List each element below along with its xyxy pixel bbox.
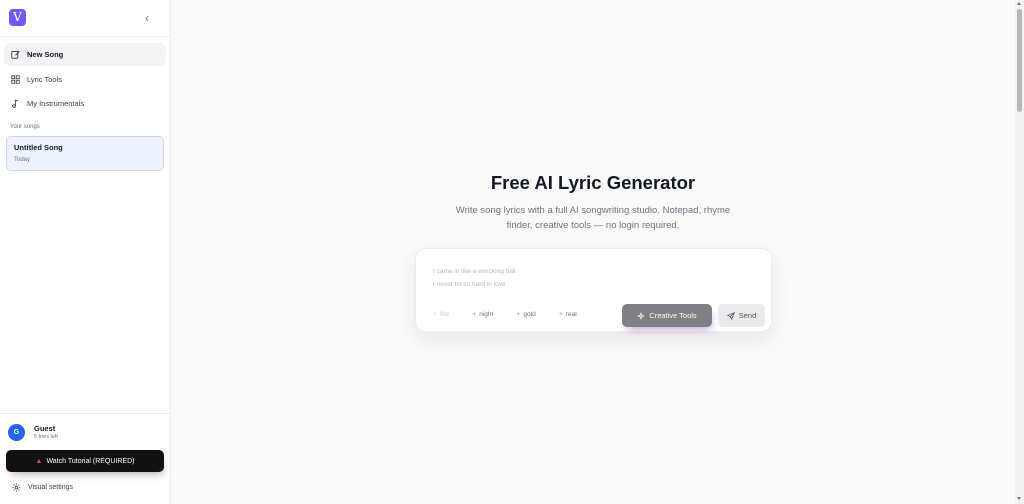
user-name: Guest — [34, 424, 56, 433]
song-title: Untitled Song — [14, 143, 63, 152]
scroll-up-icon[interactable] — [1017, 2, 1021, 5]
watch-tutorial-label: Watch Tutorial (REQUIRED) — [46, 457, 135, 465]
send-button[interactable]: Send — [718, 304, 765, 327]
your-songs-label: Your songs — [10, 124, 40, 130]
edit-icon — [11, 50, 20, 59]
nav-my-instrumentals-label: My Instrumentals — [27, 99, 85, 108]
nav-my-instrumentals[interactable]: My Instrumentals — [4, 92, 166, 115]
nav-new-song-label: New Song — [27, 50, 64, 59]
music-note-icon — [11, 99, 20, 108]
page-title: Free AI Lyric Generator — [490, 172, 696, 193]
nav-new-song[interactable]: New Song — [4, 43, 166, 66]
tries-left: 5 tries left — [34, 434, 58, 440]
lyric-composer: +fire +night +gold +real Creative Tools … — [415, 248, 772, 332]
chip-night[interactable]: + night — [472, 311, 493, 318]
gear-icon — [12, 483, 21, 492]
sparkle-icon — [637, 312, 645, 319]
scrollbar-thumb[interactable] — [1017, 9, 1022, 112]
nav-lyric-tools[interactable]: Lyric Tools — [4, 68, 166, 91]
watch-tutorial-button[interactable]: ▲ Watch Tutorial (REQUIRED) — [6, 450, 164, 472]
chip-fire[interactable]: + fire — [433, 311, 449, 318]
visual-settings-label: Visual settings — [28, 484, 74, 491]
plus-icon: + — [472, 311, 477, 318]
plus-icon: + — [558, 311, 563, 318]
scroll-down-icon[interactable] — [1017, 497, 1021, 500]
send-icon — [726, 311, 735, 320]
visual-settings-button[interactable]: Visual settings — [12, 483, 73, 492]
chip-gold[interactable]: + gold — [516, 311, 535, 318]
send-label: Send — [738, 311, 757, 320]
song-list-item[interactable]: Untitled Song Today — [6, 136, 164, 171]
plus-icon: + — [433, 311, 438, 318]
nav-lyric-tools-label: Lyric Tools — [27, 75, 63, 84]
creative-tools-label: Creative Tools — [649, 311, 697, 320]
creative-tools-button[interactable]: Creative Tools — [622, 304, 712, 327]
main-area: Free AI Lyric Generator Write song lyric… — [171, 0, 1015, 504]
plus-icon: + — [516, 311, 521, 318]
song-date: Today — [14, 157, 31, 163]
word-chips: + fire + night + gold + real — [433, 311, 600, 318]
lyrics-input[interactable] — [433, 265, 753, 291]
chip-real[interactable]: + real — [559, 311, 577, 318]
page-subtitle: Write song lyrics with a full AI songwri… — [455, 205, 731, 231]
sidebar-footer: G Guest 5 tries left ▲ Watch Tutorial (R… — [0, 413, 171, 504]
sidebar-header: V ‹ — [0, 0, 170, 37]
page-scrollbar[interactable] — [1015, 0, 1024, 504]
grid-icon — [11, 75, 20, 84]
app-logo[interactable]: V — [9, 9, 26, 26]
warning-icon: ▲ — [35, 457, 43, 465]
sidebar: V ‹ New Song Lyric Tools My Instrumental… — [0, 0, 171, 504]
collapse-sidebar-icon[interactable]: ‹ — [141, 11, 153, 25]
avatar[interactable]: G — [8, 424, 25, 441]
